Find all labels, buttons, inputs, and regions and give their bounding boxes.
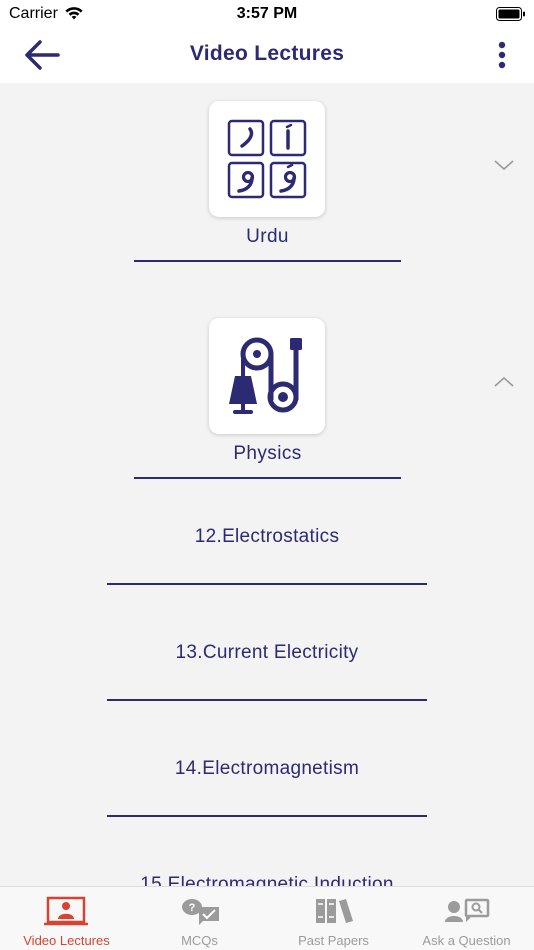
physics-pulley-icon <box>229 337 302 414</box>
page-title: Video Lectures <box>189 42 345 65</box>
navigation-bar: Video Lectures <box>0 28 534 83</box>
tab-label: Ask a Question <box>422 933 511 948</box>
lecture-title: 12.Electrostatics <box>194 526 340 547</box>
tab-past-papers[interactable]: Past Papers <box>267 887 400 950</box>
subject-tile[interactable] <box>209 101 325 217</box>
tab-mcqs[interactable]: ? MCQs <box>133 887 266 950</box>
divider <box>107 583 427 585</box>
subject-tile[interactable] <box>209 318 325 434</box>
lecture-title: 13.Current Electricity <box>175 642 359 663</box>
divider <box>107 699 427 701</box>
tab-bar: Video Lectures ? MCQs Past Papers Ask a … <box>0 886 534 950</box>
status-bar: Carrier 3:57 PM <box>0 0 534 28</box>
ask-question-icon <box>445 898 490 922</box>
more-vertical-icon[interactable] <box>492 40 512 70</box>
lecture-title: 15.Electromagnetic Induction <box>140 874 394 886</box>
svg-text:?: ? <box>189 902 196 914</box>
divider <box>134 477 401 479</box>
tab-label: MCQs <box>181 933 218 948</box>
chevron-up-icon[interactable] <box>494 376 514 388</box>
tab-label: Past Papers <box>298 933 369 948</box>
tab-label: Video Lectures <box>23 933 110 948</box>
subject-label: Physics <box>233 443 302 464</box>
subject-list[interactable]: Urdu Physics 12.Electrostatics 13.Curren… <box>0 83 534 886</box>
battery-icon <box>496 7 525 21</box>
chevron-down-icon[interactable] <box>494 159 514 171</box>
divider <box>134 260 401 262</box>
tab-ask-a-question[interactable]: Ask a Question <box>400 887 533 950</box>
status-time: 3:57 PM <box>236 5 298 22</box>
video-lecture-icon <box>44 896 88 926</box>
books-icon <box>316 899 353 923</box>
tab-video-lectures[interactable]: Video Lectures <box>0 887 133 950</box>
urdu-letters-icon <box>227 119 307 199</box>
divider <box>107 815 427 817</box>
subject-label: Urdu <box>246 226 289 247</box>
mcq-chat-icon: ? <box>182 899 219 925</box>
lecture-title: 14.Electromagnetism <box>174 758 360 779</box>
